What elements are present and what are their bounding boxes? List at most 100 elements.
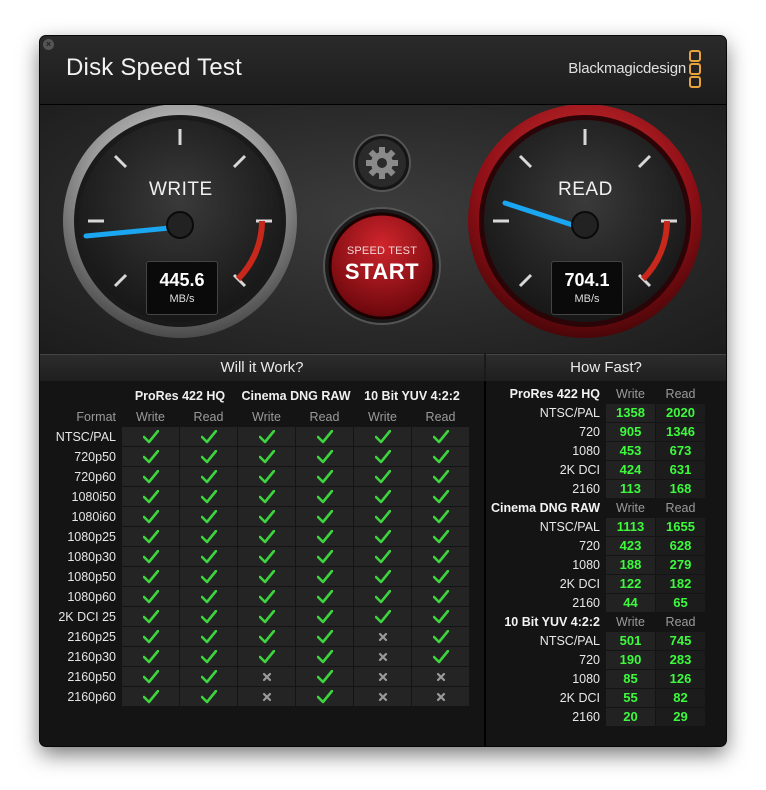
check-icon [180, 587, 237, 606]
how-fast-header: How Fast? [486, 354, 726, 382]
check-icon [354, 607, 411, 626]
format-label: 720p60 [74, 470, 116, 484]
read-unit: MB/s [574, 293, 600, 305]
check-icon [122, 547, 179, 566]
write-column-header: Write [136, 410, 165, 424]
check-icon [180, 547, 237, 566]
column-header-row: Format Write Read Write Read Write Read [46, 407, 470, 427]
will-it-work-table: ProRes 422 HQ Cinema DNG RAW 10 Bit YUV … [46, 385, 470, 707]
table-row: 1080p50 [46, 567, 470, 587]
check-icon [296, 427, 353, 446]
group-header: ProRes 422 HQ [134, 389, 226, 403]
table-row: NTSC/PAL 1358 2020 [486, 404, 724, 423]
table-row: NTSC/PAL [46, 427, 470, 447]
write-fps-value: 55 [606, 689, 655, 707]
check-icon [296, 587, 353, 606]
write-fps-value: 1358 [606, 404, 655, 422]
table-row: 1080 453 673 [486, 442, 724, 461]
table-row: 1080i50 [46, 487, 470, 507]
read-fps-value: 283 [656, 651, 705, 669]
check-icon [238, 587, 295, 606]
read-column-header: Read [665, 501, 696, 515]
table-row: 2K DCI 122 182 [486, 575, 724, 594]
check-icon [296, 447, 353, 466]
check-icon [354, 447, 411, 466]
read-fps-value: 745 [656, 632, 705, 650]
format-label: 2160 [572, 482, 600, 496]
write-fps-value: 501 [606, 632, 655, 650]
write-column-header: Write [616, 501, 645, 515]
check-icon [122, 447, 179, 466]
gear-icon[interactable] [362, 143, 402, 183]
read-fps-value: 1346 [656, 423, 705, 441]
start-button[interactable]: SPEED TEST START [330, 214, 434, 318]
start-button-label: START [344, 259, 420, 284]
check-icon [180, 467, 237, 486]
format-label: 2160p30 [67, 650, 116, 664]
check-icon [296, 627, 353, 646]
check-icon [412, 487, 469, 506]
check-icon [354, 507, 411, 526]
write-fps-value: 424 [606, 461, 655, 479]
check-icon [354, 587, 411, 606]
format-label: 2K DCI [559, 691, 600, 705]
format-label: 720 [579, 539, 600, 553]
table-row: 1080 85 126 [486, 670, 724, 689]
check-icon [122, 627, 179, 646]
check-icon [296, 567, 353, 586]
write-fps-value: 188 [606, 556, 655, 574]
check-icon [122, 567, 179, 586]
close-icon[interactable]: × [43, 39, 54, 50]
check-icon [296, 527, 353, 546]
table-row: 2K DCI 424 631 [486, 461, 724, 480]
read-column-header: Read [309, 410, 340, 424]
check-icon [296, 667, 353, 686]
table-row: 2K DCI 25 [46, 607, 470, 627]
how-fast-panel: ProRes 422 HQ Write Read NTSC/PAL 1358 2020 72… [486, 381, 726, 746]
table-row: 2160p50 [46, 667, 470, 687]
check-icon [238, 447, 295, 466]
check-icon [122, 647, 179, 666]
cross-icon [354, 627, 411, 646]
check-icon [412, 447, 469, 466]
check-icon [122, 527, 179, 546]
check-icon [238, 567, 295, 586]
format-label: 720p50 [74, 450, 116, 464]
read-readout: 704.1 MB/s [551, 261, 623, 315]
check-icon [180, 667, 237, 686]
write-fps-value: 905 [606, 423, 655, 441]
check-icon [238, 467, 295, 486]
how-fast-block-header: ProRes 422 HQ Write Read [486, 385, 724, 404]
write-fps-value: 44 [606, 594, 655, 612]
check-icon [180, 567, 237, 586]
format-label: NTSC/PAL [539, 520, 600, 534]
format-label: 2K DCI 25 [58, 610, 116, 624]
check-icon [412, 587, 469, 606]
format-label: 1080p60 [67, 590, 116, 604]
table-row: 1080p60 [46, 587, 470, 607]
codec-name: 10 Bit YUV 4:2:2 [504, 615, 600, 629]
check-icon [180, 627, 237, 646]
check-icon [412, 427, 469, 446]
start-button-small-label: SPEED TEST [346, 245, 418, 257]
write-fps-value: 85 [606, 670, 655, 688]
check-icon [180, 507, 237, 526]
read-fps-value: 673 [656, 442, 705, 460]
table-row: 2160p60 [46, 687, 470, 707]
table-row: 720 423 628 [486, 537, 724, 556]
app-window: × Disk Speed Test Blackmagicdesign WRITE… [40, 36, 726, 746]
table-row: 1080 188 279 [486, 556, 724, 575]
gauges-area: WRITE 445.6 MB/s READ 704.1 MB/s SPEED T… [40, 105, 726, 353]
cross-icon [238, 687, 295, 706]
check-icon [122, 467, 179, 486]
read-column-header: Read [425, 410, 456, 424]
check-icon [412, 547, 469, 566]
read-fps-value: 279 [656, 556, 705, 574]
check-icon [354, 567, 411, 586]
check-icon [296, 487, 353, 506]
table-row: 720 905 1346 [486, 423, 724, 442]
check-icon [238, 647, 295, 666]
how-fast-block: ProRes 422 HQ Write Read NTSC/PAL 1358 2020 72… [486, 385, 724, 499]
check-icon [354, 547, 411, 566]
write-column-header: Write [368, 410, 397, 424]
